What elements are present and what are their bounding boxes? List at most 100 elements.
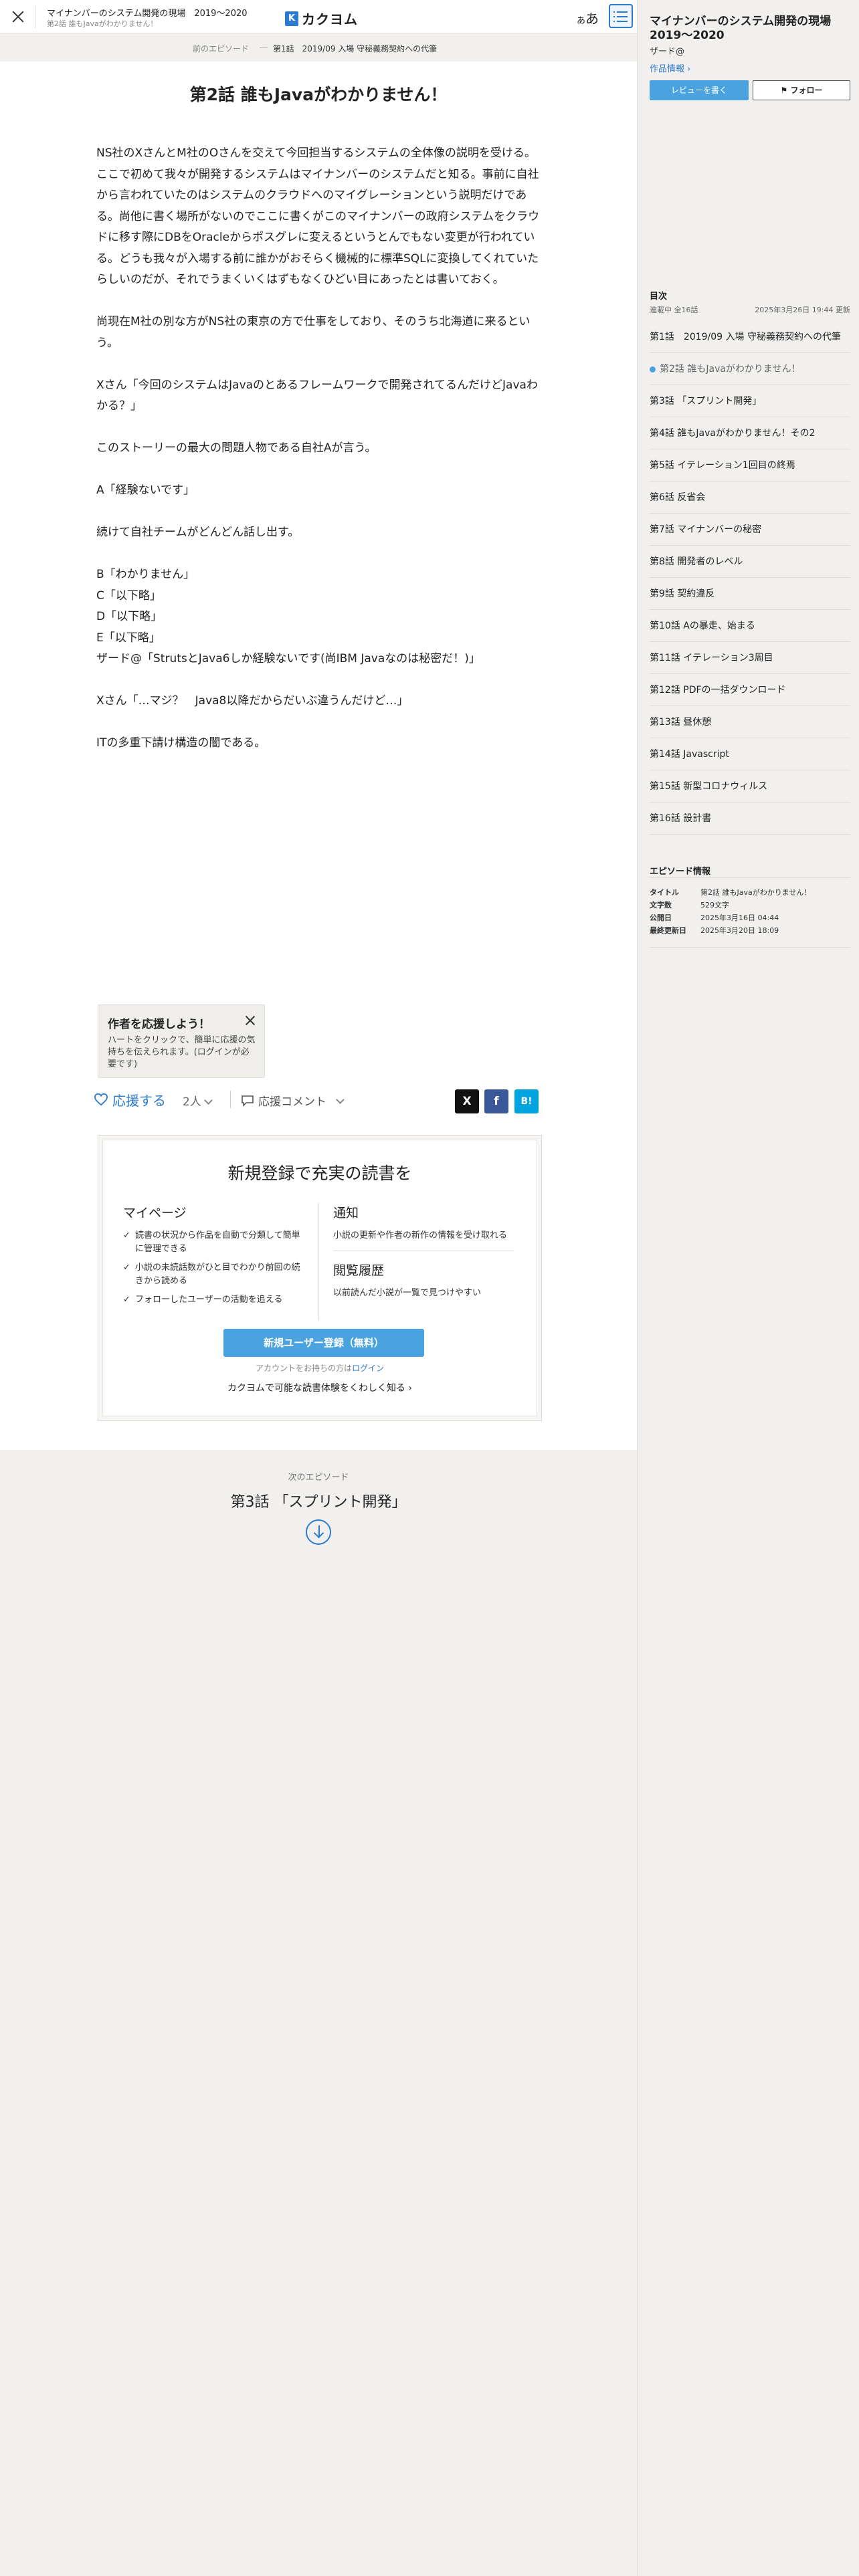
signup-divider	[318, 1203, 319, 1321]
toc-list-icon[interactable]	[609, 4, 633, 28]
header-work-title[interactable]: マイナンバーのシステム開発の現場 2019〜2020	[47, 6, 248, 19]
support-label: 応援する	[112, 1092, 166, 1109]
episode-info-key: 公開日	[650, 914, 672, 922]
body-paragraph	[96, 459, 541, 481]
close-icon[interactable]	[9, 8, 27, 25]
support-count: 2人	[183, 1095, 201, 1109]
toc-status: 連載中 全16話	[650, 306, 698, 314]
episode-info-table: タイトル 第2話 誰もJavaがわかりません！ 文字数 529文字 公開日 2025年3月…	[650, 887, 850, 938]
body-paragraph: Xさん「…マジ？ Java8以降だからだいぶ違うんだけど…」	[96, 694, 409, 708]
logo-mark-icon: K	[285, 11, 298, 26]
prev-episode-label[interactable]: 前のエピソード	[193, 43, 249, 54]
register-button[interactable]: 新規ユーザー登録（無料）	[223, 1329, 424, 1357]
body-paragraph: E「以下略」	[96, 631, 161, 645]
close-icon[interactable]	[244, 1014, 256, 1027]
body-paragraph	[96, 544, 541, 565]
toc-item[interactable]: 第3話 「スプリント開発」	[650, 385, 850, 417]
share-hatena-icon[interactable]: B!	[514, 1089, 539, 1113]
share-facebook-icon[interactable]: f	[484, 1089, 508, 1113]
history-heading: 閲覧履歴	[333, 1263, 385, 1278]
write-review-button[interactable]: レビューを書く	[650, 80, 749, 100]
episode-body: NS社のXさんとM社のOさんを交えて今回担当するシステムの全体像の説明を受ける。…	[96, 143, 541, 754]
toc-item[interactable]: 第9話 契約違反	[650, 578, 850, 610]
body-paragraph: 続けて自社チームがどんどん話し出す。	[96, 526, 300, 539]
sidebar-author[interactable]: ザード@	[650, 44, 684, 57]
support-card-description: ハートをクリックで、簡単に応援の気持ちを伝えられます。(ログインが必要です)	[108, 1035, 256, 1069]
chevron-right-icon: ›	[408, 1383, 413, 1394]
episode-info-row: 文字数 529文字	[650, 899, 850, 912]
episode-main: 第2話 誰もJavaがわかりません！ NS社のXさんとM社のOさんを交えて今回担…	[0, 62, 637, 1450]
episode-info-divider	[650, 877, 850, 878]
mypage-feature-item: 小説の未読話数がひと目でわかり前回の続きから読める	[123, 1261, 304, 1288]
follow-button[interactable]: ⚑ フォロー	[753, 80, 850, 100]
comment-icon	[242, 1095, 254, 1107]
chevron-down-icon	[203, 1096, 213, 1105]
episode-info-key: タイトル	[650, 888, 679, 897]
support-button[interactable]: 応援する	[94, 1089, 166, 1109]
support-comment-button[interactable]: 応援コメント	[241, 1092, 345, 1109]
episode-info-value: 2025年3月20日 18:09	[700, 926, 779, 935]
kakuyomu-logo[interactable]: K カクヨム	[285, 9, 358, 28]
action-row: 応援する 2人 応援コメント X f B!	[94, 1089, 542, 1116]
mypage-feature-item: フォローしたユーザーの活動を追える	[123, 1293, 304, 1307]
toc-item[interactable]: 第7話 マイナンバーの秘密	[650, 514, 850, 546]
body-paragraph: NS社のXさんとM社のOさんを交えて今回担当するシステムの全体像の説明を受ける。…	[96, 146, 540, 286]
support-card-title: 作者を応援しよう！	[108, 1018, 210, 1031]
next-episode-section: 次のエピソード 第3話 「スプリント開発」	[0, 1450, 637, 1570]
next-episode-title[interactable]: 第3話 「スプリント開発」	[0, 1490, 637, 1511]
toc-icon-line	[617, 16, 628, 17]
mypage-feature-item: 読書の状況から作品を自動で分類して簡単に管理できる	[123, 1229, 304, 1256]
toc-heading: 目次	[650, 292, 668, 302]
toc-item[interactable]: 第14話 Javascript	[650, 738, 850, 770]
toc-item[interactable]: 第8話 開発者のレベル	[650, 546, 850, 578]
toc-item[interactable]: 第12話 PDFの一括ダウンロード	[650, 674, 850, 706]
work-info-link[interactable]: 作品情報 ›	[650, 62, 690, 74]
toc-item[interactable]: 第4話 誰もJavaがわかりません！その2	[650, 417, 850, 449]
toc-list: 第1話 2019/09 入場 守秘義務契約への代筆 第2話 誰もJavaがわかりま…	[650, 321, 850, 835]
body-paragraph	[96, 291, 541, 312]
logo-text: カクヨム	[302, 11, 358, 27]
body-paragraph	[96, 712, 541, 734]
episode-info-value: 2025年3月16日 04:44	[700, 914, 779, 922]
toc-item[interactable]: 第15話 新型コロナウィルス	[650, 770, 850, 802]
next-episode-label: 次のエピソード	[288, 1473, 349, 1483]
toc-item[interactable]: 第2話 誰もJavaがわかりません！	[650, 353, 850, 385]
episode-info-value: 529文字	[700, 901, 729, 909]
follow-label: フォロー	[790, 86, 823, 95]
signup-panel-inner: 新規登録で充実の読書を マイページ 読書の状況から作品を自動で分類して簡単に管理…	[102, 1140, 537, 1416]
header-episode-subtitle: 第2話 誰もJavaがわかりません！	[47, 19, 158, 28]
learn-more-label: カクヨムで可能な読書体験をくわしく知る	[227, 1383, 405, 1394]
chevron-down-icon	[336, 1095, 345, 1104]
notify-heading: 通知	[333, 1206, 359, 1220]
body-paragraph	[96, 417, 541, 439]
arrow-down-circle-icon[interactable]	[306, 1519, 331, 1545]
breadcrumb-separator: ―	[260, 43, 268, 52]
prev-episode-link[interactable]: 第1話 2019/09 入場 守秘義務契約への代筆	[273, 43, 437, 54]
font-size-toggle[interactable]: ああ	[577, 8, 599, 27]
toc-item[interactable]: 第5話 イテレーション1回目の終焉	[650, 449, 850, 481]
body-paragraph: このストーリーの最大の問題人物である自社Aが言う。	[96, 441, 377, 455]
toc-item[interactable]: 第10話 Aの暴走、始まる	[650, 610, 850, 642]
font-toggle-large: あ	[585, 11, 599, 27]
login-link[interactable]: ログイン	[352, 1364, 384, 1373]
support-count-dropdown[interactable]: 2人	[183, 1092, 213, 1109]
episode-info-divider	[650, 947, 850, 948]
toc-item[interactable]: 第13話 昼休憩	[650, 706, 850, 738]
body-paragraph: Xさん「今回のシステムはJavaのとあるフレームワークで開発されてるんだけどJa…	[96, 378, 538, 413]
share-x-icon[interactable]: X	[455, 1089, 479, 1113]
toc-item[interactable]: 第6話 反省会	[650, 481, 850, 514]
toc-item[interactable]: 第11話 イテレーション3周目	[650, 642, 850, 674]
sidebar-work-title[interactable]: マイナンバーのシステム開発の現場 2019〜2020	[650, 15, 850, 43]
learn-more-link[interactable]: カクヨムで可能な読書体験をくわしく知る ›	[103, 1381, 537, 1394]
body-paragraph: ITの多重下請け構造の闇である。	[96, 736, 266, 750]
toc-item[interactable]: 第16話 設計書	[650, 802, 850, 835]
support-card: 作者を応援しよう！ ハートをクリックで、簡単に応援の気持ちを伝えられます。(ログ…	[98, 1004, 265, 1078]
signup-notify-column: 通知 小説の更新や作者の新作の情報を受け取れる 閲覧履歴 以前読んだ小説が一覧で…	[333, 1203, 514, 1300]
notify-text: 小説の更新や作者の新作の情報を受け取れる	[333, 1230, 508, 1241]
login-prefix: アカウントをお持ちの方は	[255, 1364, 352, 1373]
breadcrumb: 前のエピソード ― 第1話 2019/09 入場 守秘義務契約への代筆	[0, 33, 637, 62]
toc-item[interactable]: 第1話 2019/09 入場 守秘義務契約への代筆	[650, 321, 850, 353]
heart-icon	[94, 1093, 108, 1106]
comment-label: 応援コメント	[258, 1095, 326, 1109]
history-text: 以前読んだ小説が一覧で見つけやすい	[333, 1288, 482, 1298]
